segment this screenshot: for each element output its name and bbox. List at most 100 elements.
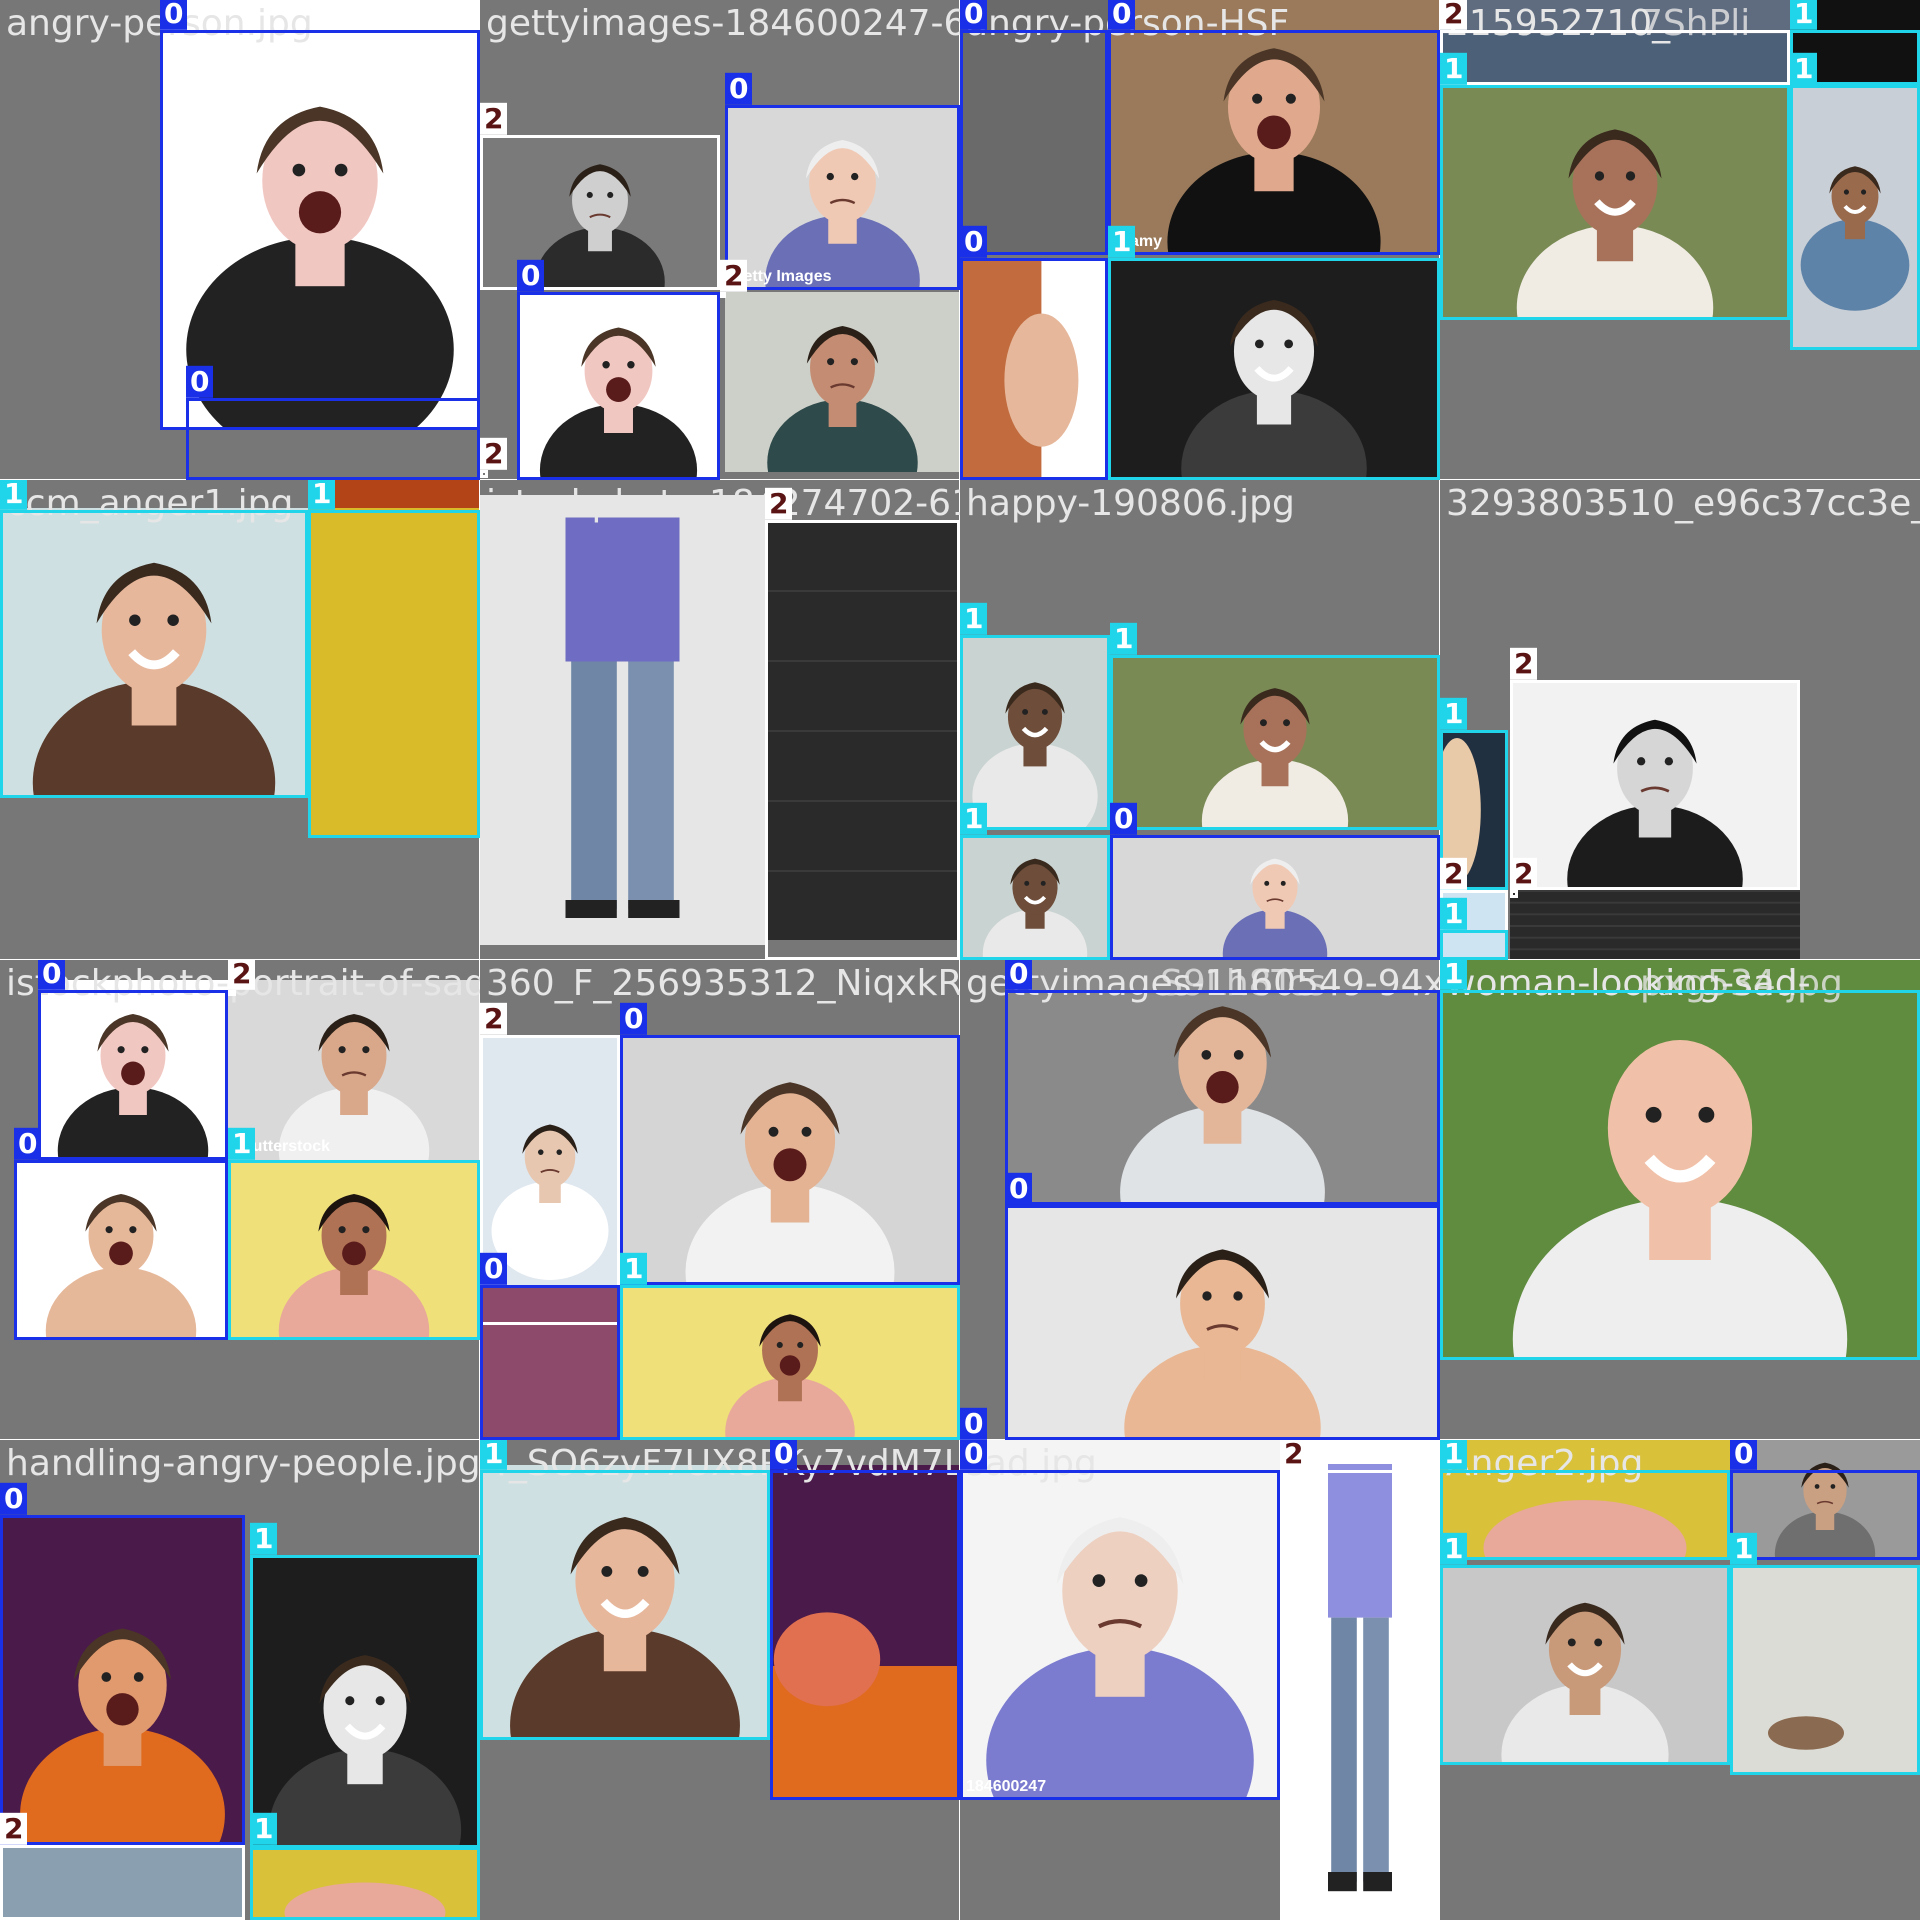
bounding-box-class-2: 2 [480,437,508,478]
bounding-box-class-0: 0 [960,0,1108,255]
class-label: 0 [960,225,988,258]
bounding-box-class-0: 0 [960,225,1108,480]
mosaic-tile: 184600247 sad.jpg 0 2 [959,1439,1441,1920]
class-label: 2 [480,1002,508,1035]
photo-sad-woman-window [725,292,960,472]
bounding-box-class-1: 1 [1110,622,1440,830]
mosaic-grid: angry-person.jpg00Getty Imagesgettyimage… [0,0,1920,1920]
class-label: 1 [1110,622,1138,655]
bounding-box-class-0: 0 [1108,0,1440,255]
mosaic-tile: happy-190806.jpg 1 1 1 0 [959,479,1441,961]
mosaic-tile: ccm_anger1.jpg 1 1 [0,479,481,961]
bounding-box-class-1: 1 [1730,1532,1920,1775]
image-filename: istockphoto-184274702-612x612.jpg [486,483,960,524]
bounding-box-class-0: 0 [1110,802,1440,960]
bounding-box-class-2: 2 [480,102,720,290]
bounding-box-class-0: 0 [186,365,480,480]
bounding-box-class-1: 1 [960,802,1110,960]
bounding-box-class-0: 0 [960,1440,1280,1800]
mosaic-tile: shutterstockistockphoto-portrait-of-sad0… [0,959,481,1441]
class-label: 0 [960,0,988,30]
class-label: 1 [1730,1532,1758,1565]
bounding-box-class-0: 0 [770,1440,960,1800]
bounding-box-class-2: 2 [765,487,960,960]
mosaic-tile: Getty Imagesgettyimages-184600247-612x61… [479,0,961,481]
class-label: 0 [620,1002,648,1035]
class-label: 1 [1440,697,1468,730]
bounding-box-class-2: 2 [1280,1440,1440,1920]
class-label: 0 [725,72,753,105]
class-label: 0 [480,1252,508,1285]
bounding-box-class-0: 0 [517,259,720,480]
class-label: 1 [1440,897,1468,930]
class-label: 1 [960,802,988,835]
bounding-box-class-1: 1 [308,480,480,838]
class-label: 0 [770,1440,798,1470]
mosaic-tile: 3293803510_e96c37cc3e_z 2 1 2 2 1 [1439,479,1920,961]
class-label: 0 [960,1440,988,1470]
class-label: 0 [1005,960,1033,990]
class-label: 1 [0,480,28,510]
bounding-box-class-0: 0 [480,1252,620,1440]
class-label: 0 [960,1407,988,1440]
class-label: 1 [228,1127,256,1160]
mosaic-tile: Alamyangry-person-HSF0001 [959,0,1441,481]
class-label: 1 [1440,52,1468,85]
bounding-box-class-2: 2 [228,960,256,996]
class-label: 0 [1005,1172,1033,1205]
photo-sad-man-shirt: shutterstock [228,980,480,1160]
class-label: 2 [1510,857,1538,890]
mosaic-tile: gettyimages-1160549-94x2.jpgS9Lh8Tcs000 [959,959,1441,1441]
bounding-box-class-1: 1 [1440,960,1920,1360]
class-label: 1 [1790,0,1818,30]
class-label: 1 [1440,1532,1468,1565]
mosaic-tile: woman-looking-sad-pxg534.jpg 1 [1439,959,1920,1441]
bounding-box-class-1: 1 [480,1440,770,1740]
class-label: 1 [1440,1440,1468,1470]
bounding-box-class-1: 1 [1440,1532,1730,1765]
class-label: 2 [228,960,256,990]
bounding-box-class-1: 1 [620,1252,960,1440]
bounding-box-class-1: 1 [228,1127,480,1340]
class-label: 1 [960,602,988,635]
class-label: 0 [1730,1440,1758,1470]
mosaic-tile: Anger2.jpg 1 0 1 1 [1439,1439,1920,1920]
bounding-box-class-2: 2 [0,1812,245,1920]
bounding-box-class-1: 1 [250,1812,480,1920]
mosaic-tile: 360_F_256935312_NiqxkRKC 2 0 0 1 [479,959,961,1441]
mosaic-tile: istockphoto-184274702-612x612.jpg2 [479,479,961,961]
class-label: 0 [1108,0,1136,30]
class-label: 2 [1440,0,1468,30]
class-label: 0 [186,365,214,398]
bounding-box-class-0: 0 [38,960,228,1160]
class-label: 1 [1108,225,1136,258]
mosaic-tile: handling-angry-people.jpg 0 1 2 1 [0,1439,481,1920]
mosaic-tile: 4_SO6zyF7UX8PKy7vdM7L 1 0 [479,1439,961,1920]
bounding-box-class-1: 1 [0,480,308,798]
image-filename: 360_F_256935312_NiqxkRKC [486,963,960,1004]
class-label: 0 [38,960,66,990]
bounding-box-class-0: 0 [0,1482,245,1845]
image-filename: gettyimages-184600247-612x612.jpg [486,3,960,44]
class-label: 2 [1280,1440,1308,1470]
class-label: 2 [480,437,508,470]
bounding-box-class-0: 0 [1730,1440,1920,1560]
bounding-box-class-1: 1 [1790,52,1920,350]
class-label: 2 [1510,647,1538,680]
class-label: 1 [620,1252,648,1285]
class-label: 2 [0,1812,28,1845]
photo-standing-man [480,495,765,945]
bounding-box-class-2: 2 [1510,857,1538,898]
bounding-box-class-0: 0 [1005,1172,1440,1440]
mosaic-tile: angry-person.jpg00 [0,0,481,481]
bounding-box-class-0: 0 [1005,960,1440,1205]
bounding-box-class-1: 1 [1108,225,1440,480]
bounding-box-class-1: 1 [1440,1440,1730,1560]
class-label: 2 [720,259,748,292]
class-label: 2 [1440,857,1468,890]
photo-concrete-dark [1510,890,1800,960]
class-label: 0 [517,259,545,292]
class-label: 0 [0,1482,28,1515]
image-filename: handling-angry-people.jpg [6,1443,480,1484]
class-label: 1 [480,1440,508,1470]
